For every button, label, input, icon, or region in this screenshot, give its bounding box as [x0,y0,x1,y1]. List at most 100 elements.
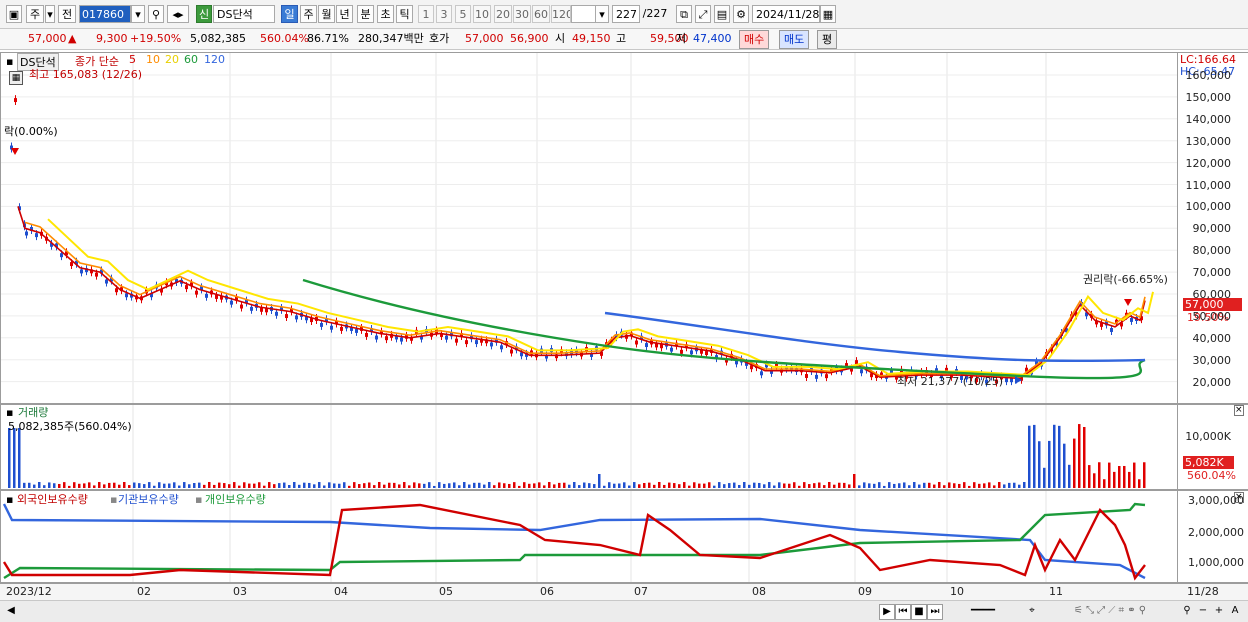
down-arrow-marker [1124,299,1132,306]
volume-bar [1028,425,1031,488]
volume-bar [818,482,821,488]
price-ytick: 70,000 [1192,266,1232,280]
zoom-slider[interactable]: ━━━━ [948,604,1018,618]
calculator-icon[interactable]: ▦ [9,71,23,85]
volume-bar [903,482,906,488]
volume-bar [343,482,346,488]
candle [60,253,63,258]
volume-bar [253,483,256,488]
volume-bar [463,482,466,488]
volume-bar [398,484,401,488]
volume-bar [18,428,21,488]
candle [815,374,818,379]
zoom-icon[interactable]: ⚲ [1180,604,1194,618]
indiv-holdings-line [3,502,1146,580]
rewind-icon[interactable]: ⏮ [895,604,911,620]
volume-bar [293,482,296,488]
volume-bar [698,483,701,488]
volume-bar [353,482,356,488]
high-annotation: 최고 165,083 (12/26) [29,68,143,81]
date-label: 09 [858,585,872,598]
scroll-right-icon[interactable]: ▶ [879,604,895,620]
volume-bar [188,484,191,488]
panel-collapse-icon[interactable]: ▪ [6,55,13,68]
candle [660,344,663,349]
volume-bar [38,482,41,488]
zoom-in-icon[interactable]: + [1212,604,1226,618]
volume-bar [888,482,891,488]
date-label: 11 [1049,585,1063,598]
volume-bar [103,484,106,488]
volume-last-tag: 5,082K [1183,456,1234,469]
volume-bar [828,482,831,488]
volume-bar [443,483,446,488]
candle [320,322,323,327]
volume-bar [348,485,351,488]
volume-bar [948,482,951,488]
volume-bar [218,482,221,488]
volume-bar [223,483,226,488]
volume-bar [928,482,931,488]
volume-bar [358,484,361,488]
candle [645,343,648,348]
volume-bar [528,483,531,488]
volume-bar [953,483,956,488]
volume-bar [13,428,16,488]
candle [95,272,98,277]
volume-bar [773,485,776,488]
volume-bar [848,484,851,488]
volume-bar [88,482,91,488]
holdings-collapse-icon[interactable]: ▪ [6,493,13,506]
foreign-holdings-label: 외국인보유수량 [17,493,88,506]
volume-bar [1118,466,1121,488]
candle [490,342,493,347]
volume-bar [268,482,271,488]
volume-bar [413,482,416,488]
candle [285,314,288,319]
date-label: 05 [439,585,453,598]
volume-bar [993,485,996,488]
holdings-ytick-1m: 1,000,000 [1188,556,1244,569]
chart-scrollbar[interactable]: ◀ ▶ ⏮ ■ ⏭ ━━━━ ⌖ ⚟ ⤡ ⤢ ⟋ ⌗ ⚭ ⚲ ⚲ − + A [0,600,1248,622]
volume-bar [748,484,751,488]
indiv-holdings-label: 개인보유수량 [205,493,266,506]
volume-bar [1098,462,1101,488]
volume-close-icon[interactable]: × [1234,405,1244,416]
stop-icon[interactable]: ■ [911,604,927,620]
price-ytick: 90,000 [1192,222,1232,236]
volume-bar [73,482,76,488]
drawing-tools-icon[interactable]: ⚟ ⤡ ⤢ ⟋ ⌗ ⚭ ⚲ [1045,604,1175,618]
volume-bar [93,485,96,488]
volume-bar [648,482,651,488]
volume-bar [383,484,386,488]
candle [205,293,208,298]
series-sep-icon: ▪ [110,493,118,506]
volume-ytick: 10,000K [1185,430,1231,443]
volume-bar [1103,479,1106,488]
candle [1005,378,1008,383]
volume-bar [98,482,101,488]
forward-icon[interactable]: ⏭ [927,604,943,620]
holdings-close-icon[interactable]: × [1234,492,1244,503]
zoom-out-icon[interactable]: − [1196,604,1210,618]
candle [70,262,73,267]
volume-bar [728,483,731,488]
tool-icon[interactable]: ⌖ [1025,604,1039,618]
scroll-left-icon[interactable]: ◀ [4,604,18,618]
volume-bar [558,482,561,488]
volume-bar [538,482,541,488]
volume-bar [208,482,211,488]
volume-bar [1073,438,1076,488]
volume-bar [468,484,471,488]
volume-bar [1088,465,1091,488]
candle [860,369,863,374]
text-size-icon[interactable]: A [1228,604,1242,618]
volume-bar [683,482,686,488]
volume-bar [323,485,326,488]
volume-bar [1113,471,1116,488]
volume-bar [628,485,631,488]
volume-bar [418,483,421,488]
date-label: 04 [334,585,348,598]
volume-bar [938,482,941,488]
volume-bar [588,483,591,488]
